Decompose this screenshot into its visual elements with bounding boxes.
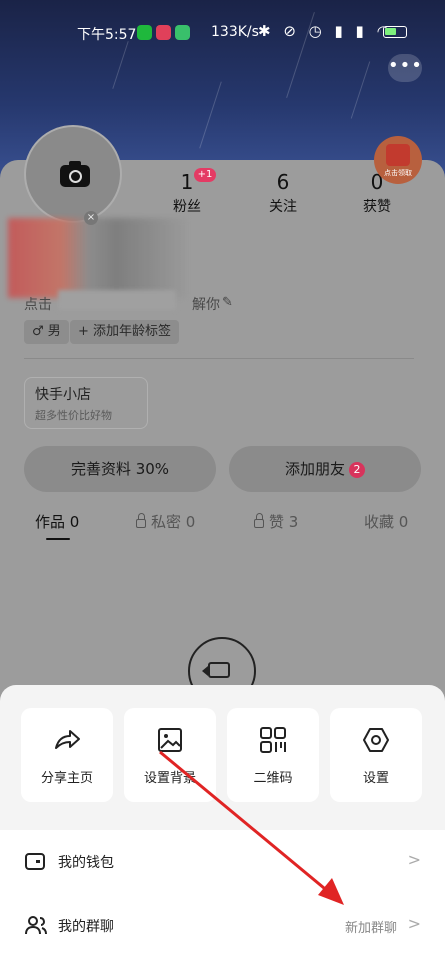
- chevron-right-icon: >: [407, 914, 421, 933]
- share-profile-label: 分享主页: [40, 771, 93, 786]
- wechat-icon: [137, 25, 152, 40]
- add-friends-label: 添加朋友: [284, 460, 345, 478]
- complete-profile-button[interactable]: 完善资料 30%: [24, 446, 216, 492]
- image-icon: [158, 728, 182, 752]
- menu-wallet[interactable]: 我的钱包 >: [0, 830, 445, 894]
- shop-subtitle: 超多性价比好物: [35, 409, 112, 422]
- stat-following[interactable]: 6 关注: [248, 170, 318, 216]
- intro-prefix: 点击: [24, 297, 52, 313]
- new-group-chat-text: 新加群聊: [345, 921, 398, 936]
- fans-new-badge: +1: [194, 168, 216, 182]
- video-app-icon: [156, 25, 171, 40]
- avatar[interactable]: [24, 125, 122, 223]
- add-friends-button[interactable]: 添加朋友 2: [229, 446, 421, 492]
- settings-button[interactable]: 设置: [330, 708, 422, 802]
- red-packet-label: 点击领取: [384, 169, 412, 177]
- add-friends-badge: 2: [349, 461, 365, 478]
- tab-favorites[interactable]: 收藏 0: [364, 511, 408, 532]
- divider: [24, 358, 414, 359]
- fans-label: 粉丝: [173, 199, 201, 215]
- menu-group-chat-label: 我的群聊: [58, 919, 114, 935]
- menu-wallet-label: 我的钱包: [58, 855, 114, 871]
- chevron-right-icon: >: [407, 850, 421, 869]
- complete-profile-label: 完善资料 30%: [70, 460, 170, 478]
- edit-icon[interactable]: ✎: [222, 295, 233, 310]
- qrcode-icon: [260, 727, 286, 753]
- tab-liked-label: 赞 3: [269, 513, 299, 531]
- network-speed: 133K/s: [211, 24, 259, 40]
- status-time: 下午5:57: [77, 27, 137, 43]
- settings-label: 设置: [362, 771, 389, 786]
- menu-group-chat[interactable]: 我的群聊 新加群聊 >: [0, 894, 445, 958]
- android-app-icon: [175, 25, 190, 40]
- likes-label: 获赞: [363, 199, 391, 215]
- more-button[interactable]: •••: [388, 54, 422, 82]
- share-icon: [55, 730, 80, 749]
- shop-title: 快手小店: [35, 387, 91, 403]
- tab-liked[interactable]: 赞 3: [254, 511, 298, 532]
- close-icon[interactable]: ×: [84, 211, 98, 225]
- qrcode-label: 二维码: [253, 771, 293, 786]
- status-icons: ✱ ⊘ ◷ ▮ ▮ ◠: [258, 22, 394, 40]
- tab-private-label: 私密 0: [151, 513, 196, 531]
- following-label: 关注: [269, 199, 297, 215]
- lock-icon: [254, 513, 264, 528]
- tab-active-indicator: [46, 538, 70, 540]
- wallet-icon: [25, 853, 45, 870]
- video-camera-icon: [202, 662, 230, 678]
- set-background-label: 设置背景: [143, 771, 196, 786]
- add-age-tag[interactable]: + 添加年龄标签: [70, 320, 180, 344]
- settings-icon: [363, 728, 389, 752]
- shop-card[interactable]: 快手小店 超多性价比好物: [24, 377, 148, 429]
- red-packet-icon: [386, 144, 410, 166]
- username-blurred: [8, 218, 188, 298]
- tab-works[interactable]: 作品 0: [35, 511, 79, 532]
- red-packet-button[interactable]: 点击领取: [374, 136, 422, 184]
- group-icon: [25, 916, 47, 935]
- set-background-button[interactable]: 设置背景: [124, 708, 216, 802]
- lock-icon: [136, 513, 146, 528]
- battery-icon: [383, 26, 407, 38]
- camera-icon: [60, 161, 90, 187]
- status-bar: 下午5:57 133K/s ✱ ⊘ ◷ ▮ ▮ ◠: [0, 0, 445, 60]
- share-profile-button[interactable]: 分享主页: [21, 708, 113, 802]
- following-count: 6: [276, 170, 290, 194]
- qrcode-button[interactable]: 二维码: [227, 708, 319, 802]
- tab-private[interactable]: 私密 0: [136, 511, 195, 532]
- intro-suffix: 解你: [192, 297, 220, 313]
- intro-blurred: [58, 290, 176, 310]
- gender-tag[interactable]: ♂ 男: [24, 320, 69, 344]
